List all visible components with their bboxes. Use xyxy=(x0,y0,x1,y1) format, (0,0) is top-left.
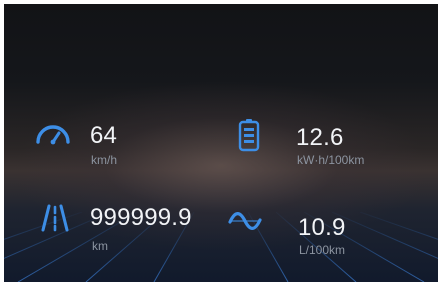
road-icon xyxy=(41,204,69,232)
fuel-value: 10.9 xyxy=(298,214,346,241)
speed-metric: 64 km/h xyxy=(34,120,194,170)
fuel-unit: L/100km xyxy=(299,243,346,257)
energy-unit: kW·h/100km xyxy=(297,153,365,167)
speed-value: 64 xyxy=(90,122,118,149)
fuel-metric: 10.9 L/100km xyxy=(228,204,428,260)
odometer-unit: km xyxy=(92,239,108,253)
dashboard-screen: 64 km/h 12.6 kW·h/100km 999999.9 km 10.9… xyxy=(4,4,438,282)
energy-value: 12.6 xyxy=(296,124,344,151)
speed-unit: km/h xyxy=(91,153,118,167)
speedometer-icon xyxy=(36,125,70,145)
odometer-metric: 999999.9 km xyxy=(40,202,220,258)
energy-metric: 12.6 kW·h/100km xyxy=(234,118,434,170)
battery-icon xyxy=(238,119,260,152)
wave-icon xyxy=(228,212,262,230)
odometer-value: 999999.9 xyxy=(90,204,192,231)
